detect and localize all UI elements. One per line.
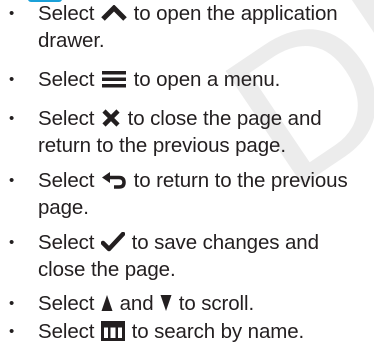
bullet: • <box>9 172 15 189</box>
item-text-before: Select <box>38 68 95 91</box>
arrow-down-icon <box>160 294 172 312</box>
bullet: • <box>9 323 15 340</box>
chevron-up-icon <box>101 4 127 21</box>
menu-icon <box>101 70 127 88</box>
list-item-text: Select to search by name. <box>38 318 368 345</box>
list-item-text: Select to open the application drawer. <box>38 0 368 54</box>
list-item-text: Select to save changes and close the pag… <box>38 229 368 283</box>
bullet: • <box>9 5 15 22</box>
item-text-before: Select <box>38 107 95 130</box>
back-icon <box>101 171 127 189</box>
item-text-middle: and <box>119 292 154 315</box>
search-name-icon <box>101 320 125 341</box>
item-text-before: Select <box>38 320 95 343</box>
list-item-text: Select to close the page and return to t… <box>38 105 368 159</box>
bullet: • <box>9 295 15 312</box>
item-text-after: to scroll. <box>178 292 255 315</box>
item-text-before: Select <box>38 2 95 25</box>
clipped-heading-mark <box>28 0 62 2</box>
list-item-text: Select and to scroll. <box>38 290 368 317</box>
checkmark-icon <box>101 231 125 252</box>
bullet: • <box>9 234 15 251</box>
arrow-up-icon <box>101 294 113 312</box>
bullet: • <box>9 71 15 88</box>
item-text-after: to search by name. <box>131 320 305 343</box>
item-text-after: to open a menu. <box>133 68 281 91</box>
item-text-before: Select <box>38 169 95 192</box>
item-text-before: Select <box>38 292 95 315</box>
item-text-before: Select <box>38 231 95 254</box>
bullet: • <box>9 110 15 127</box>
list-item-text: Select to return to the previous page. <box>38 167 368 221</box>
close-icon <box>101 108 121 127</box>
list-item-text: Select to open a menu. <box>38 66 368 93</box>
